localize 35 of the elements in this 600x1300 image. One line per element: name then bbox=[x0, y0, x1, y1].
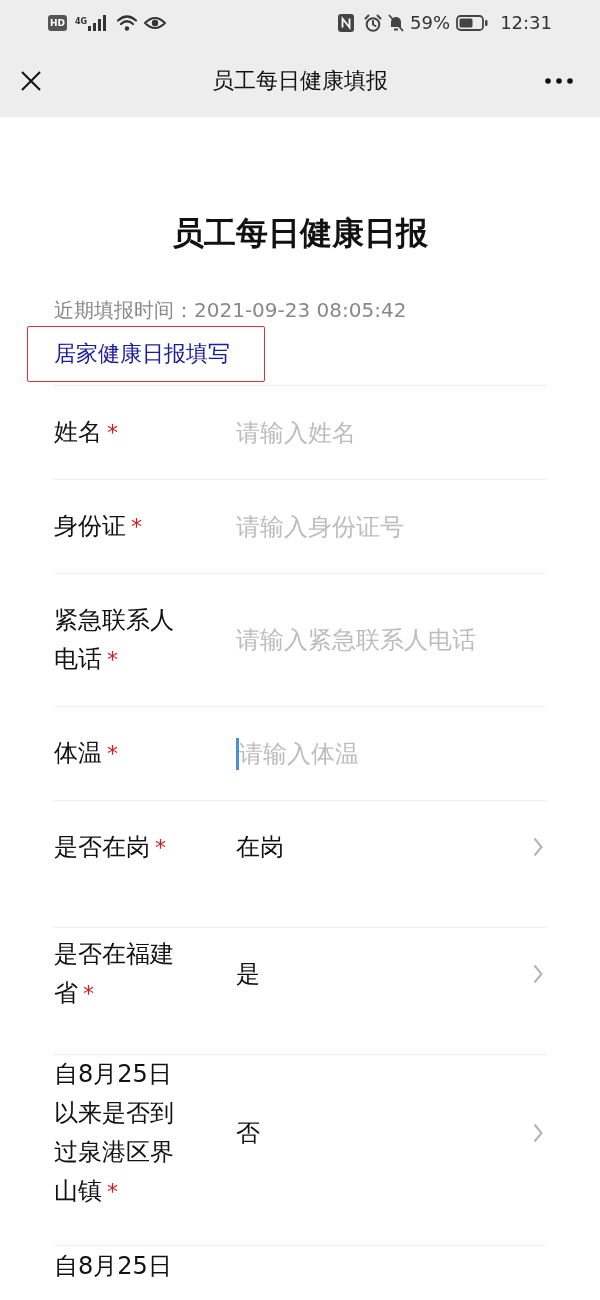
select-field[interactable]: 否 bbox=[236, 1113, 546, 1153]
select-field[interactable]: 是 bbox=[236, 954, 546, 994]
input-field[interactable]: 请输入紧急联系人电话 bbox=[236, 624, 546, 656]
more-icon[interactable] bbox=[545, 78, 573, 84]
hd-indicator: HD bbox=[48, 14, 67, 31]
wifi-icon bbox=[116, 14, 139, 31]
field-label: 是否在岗 * bbox=[54, 831, 167, 863]
home-report-link[interactable]: 居家健康日报填写 bbox=[27, 326, 265, 382]
chevron-right-icon bbox=[533, 837, 543, 857]
last-filled-time: 近期填报时间：2021-09-23 08:05:42 bbox=[54, 297, 408, 324]
network-type-label: 4G bbox=[75, 17, 88, 27]
muted-bell-icon bbox=[388, 13, 405, 32]
nfc-icon bbox=[338, 13, 355, 32]
input-field[interactable]: 请输入身份证号 bbox=[236, 510, 546, 543]
eye-icon bbox=[144, 15, 167, 30]
field-label: 紧急联系人电话 * bbox=[54, 605, 175, 675]
battery-icon bbox=[456, 14, 489, 31]
signal-icon bbox=[88, 14, 107, 31]
page-title: 员工每日健康填报 bbox=[211, 67, 389, 95]
report-title: 员工每日健康日报 bbox=[171, 213, 429, 254]
field-label: 身份证 * bbox=[54, 511, 143, 542]
close-icon[interactable] bbox=[20, 70, 42, 92]
field-label: 姓名 * bbox=[54, 417, 119, 448]
field-label: 是否在福建省 * bbox=[54, 939, 175, 1009]
chevron-right-icon bbox=[533, 1123, 543, 1143]
input-field[interactable]: 请输入体温 bbox=[236, 737, 546, 770]
field-label: 自8月25日 bbox=[54, 1251, 173, 1282]
clock-time: 12:31 bbox=[500, 11, 552, 34]
input-field[interactable]: 请输入姓名 bbox=[236, 416, 546, 449]
field-label: 自8月25日以来是否到过泉港区界山镇 * bbox=[54, 1059, 175, 1207]
select-field[interactable]: 在岗 bbox=[236, 827, 546, 867]
alarm-clock-icon bbox=[364, 13, 383, 32]
field-label: 体温 * bbox=[54, 738, 119, 769]
battery-percent: 59% bbox=[410, 11, 451, 34]
chevron-right-icon bbox=[533, 964, 543, 984]
